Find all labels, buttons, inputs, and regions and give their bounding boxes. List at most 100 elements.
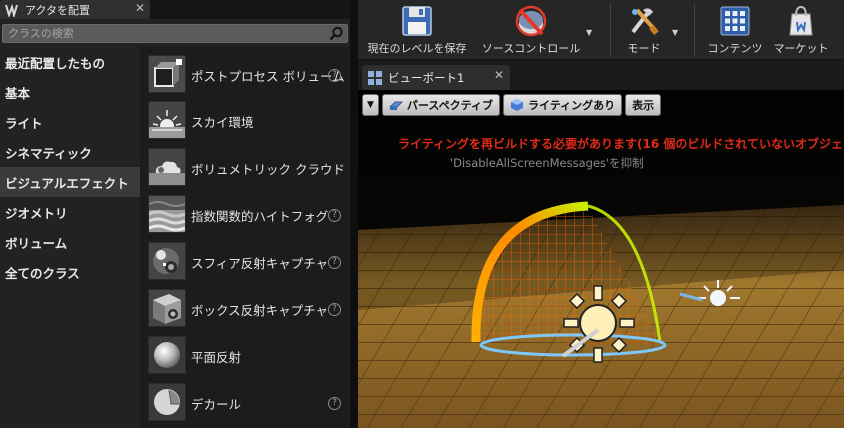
actor-item-post-process-volume[interactable]: ポストプロセス ボリューム ? (140, 51, 350, 97)
category-volumes[interactable]: ボリューム (0, 227, 140, 257)
source-control-button[interactable]: ソースコントロール (476, 0, 586, 60)
help-icon[interactable]: ? (328, 303, 341, 316)
sky-atmosphere-icon (149, 102, 185, 138)
toolbar-button-label: マーケット (773, 42, 829, 55)
help-icon[interactable]: ? (328, 397, 341, 410)
perspective-button[interactable]: パースペクティブ (381, 94, 500, 116)
actor-item-label: ポストプロセス ボリューム (191, 69, 345, 84)
close-icon[interactable]: ✕ (135, 1, 145, 15)
toolbar-separator (610, 4, 611, 56)
actor-item-sphere-reflection-capture[interactable]: スフィア反射キャプチャ ? (140, 238, 350, 284)
toolbar-button-label: ソースコントロール (481, 42, 581, 55)
thumbnail (148, 336, 186, 374)
marketplace-bag-icon (789, 5, 813, 36)
category-label: ビジュアルエフェクト (5, 175, 129, 191)
thumbnail (148, 101, 186, 139)
search-icon[interactable] (329, 26, 344, 41)
viewport-toolbar: ▼ パースペクティブ ライティングあり 表示 (362, 94, 664, 116)
help-icon[interactable]: ? (328, 256, 341, 269)
category-label: 最近配置したもの (5, 55, 106, 71)
planar-reflection-icon (149, 337, 185, 373)
toolbar-button-label: 現在のレベルを保存 (367, 42, 467, 55)
perspective-cube-icon (388, 101, 403, 110)
place-actors-tab-title: アクタを配置 (25, 3, 91, 17)
lighting-mode-button[interactable]: ライティングあり (502, 94, 623, 116)
source-control-dropdown-arrow-icon[interactable]: ▼ (586, 28, 592, 37)
actor-item-box-reflection-capture[interactable]: ボックス反射キャプチャ ? (140, 285, 350, 331)
category-lights[interactable]: ライト (0, 107, 140, 137)
category-geometry[interactable]: ジオメトリ (0, 197, 140, 227)
place-actors-tab[interactable]: アクタを配置 ✕ (0, 0, 150, 19)
perspective-label: パースペクティブ (406, 99, 493, 112)
category-basic[interactable]: 基本 (0, 77, 140, 107)
thumbnail (148, 195, 186, 233)
actor-item-label: 平面反射 (191, 350, 242, 365)
sphere-reflection-capture-icon (149, 243, 185, 279)
actor-item-label: ボックス反射キャプチャ (191, 303, 329, 318)
viewport-tab[interactable]: ビューポート1 ✕ (362, 65, 510, 90)
category-recently-placed[interactable]: 最近配置したもの (0, 47, 140, 77)
modes-button[interactable]: モード (616, 0, 672, 60)
source-control-icon (515, 5, 547, 37)
thumbnail (148, 55, 186, 93)
height-fog-icon (149, 196, 185, 232)
show-label: 表示 (632, 99, 655, 112)
category-label: シネマティック (5, 145, 92, 161)
category-cinematic[interactable]: シネマティック (0, 137, 140, 167)
help-icon[interactable]: ? (328, 209, 341, 222)
class-search-box (2, 24, 348, 43)
marketplace-button[interactable]: マーケット (768, 0, 834, 60)
save-current-level-button[interactable]: 現在のレベルを保存 (364, 0, 470, 60)
viewport-options-button[interactable]: ▼ (362, 94, 379, 116)
lighting-label: ライティングあり (527, 99, 616, 112)
volumetric-cloud-icon (149, 149, 185, 185)
category-label: 基本 (5, 85, 31, 101)
thumbnail (148, 148, 186, 186)
decal-icon (149, 384, 185, 420)
actor-item-label: ボリュメトリック クラウド (191, 162, 345, 177)
category-label: ジオメトリ (5, 205, 68, 221)
category-visual-effects[interactable]: ビジュアルエフェクト (0, 167, 140, 197)
category-label: 全てのクラス (5, 265, 80, 281)
class-search-input[interactable] (3, 25, 323, 42)
main-toolbar: 現在のレベルを保存 ソースコントロール ▼ モード ▼ コンテンツ マーケット (358, 0, 844, 60)
panel-splitter[interactable] (350, 0, 358, 428)
unreal-editor-window: アクタを配置 ✕ 最近配置したもの 基本 ライト シネマティック ビジュアルエフ… (0, 0, 844, 428)
actor-item-height-fog[interactable]: 指数関数的ハイトフォグ ? (140, 191, 350, 237)
content-button[interactable]: コンテンツ (702, 0, 768, 60)
chevron-down-icon: ▼ (367, 100, 374, 110)
show-flags-button[interactable]: 表示 (625, 94, 662, 116)
category-list: 最近配置したもの 基本 ライト シネマティック ビジュアルエフェクト ジオメトリ… (0, 47, 140, 287)
viewport-grid-icon (368, 70, 382, 85)
toolbar-button-label: モード (627, 42, 661, 55)
actor-item-planar-reflection[interactable]: 平面反射 (140, 332, 350, 378)
viewport-tab-title: ビューポート1 (388, 70, 465, 85)
viewport-tab-bar: ビューポート1 ✕ (358, 60, 844, 90)
box-reflection-capture-icon (149, 290, 185, 326)
actor-item-label: スカイ環境 (191, 115, 254, 130)
category-label: ボリューム (5, 235, 68, 251)
thumbnail (148, 242, 186, 280)
actor-item-sky-atmosphere[interactable]: スカイ環境 (140, 97, 350, 143)
level-viewport[interactable]: ▼ パースペクティブ ライティングあり 表示 ライティングを再ビルドする必要があ… (358, 90, 844, 428)
category-all-classes[interactable]: 全てのクラス (0, 257, 140, 287)
rebuild-lighting-warning: ライティングを再ビルドする必要があります(16 個のビルドされていないオブジェク… (398, 137, 844, 151)
actor-item-label: デカール (191, 397, 242, 412)
actor-item-label: 指数関数的ハイトフォグ (191, 209, 329, 224)
actor-item-volumetric-cloud[interactable]: ボリュメトリック クラウド (140, 144, 350, 190)
actor-item-decal[interactable]: デカール ? (140, 379, 350, 425)
close-icon[interactable]: ✕ (494, 68, 504, 82)
lit-sphere-icon (510, 99, 523, 111)
thumbnail (148, 289, 186, 327)
help-icon[interactable]: ? (328, 69, 341, 82)
unreal-logo-icon (5, 3, 18, 17)
suppress-messages-hint: 'DisableAllScreenMessages'を抑制 (450, 156, 644, 170)
toolbar-separator (694, 4, 695, 56)
content-grid-icon (720, 6, 750, 36)
post-process-volume-icon (149, 56, 185, 92)
save-floppy-icon (402, 6, 432, 36)
modes-tools-icon (631, 8, 659, 35)
actor-item-label: スフィア反射キャプチャ (191, 256, 329, 271)
modes-dropdown-arrow-icon[interactable]: ▼ (672, 28, 678, 37)
thumbnail (148, 383, 186, 421)
